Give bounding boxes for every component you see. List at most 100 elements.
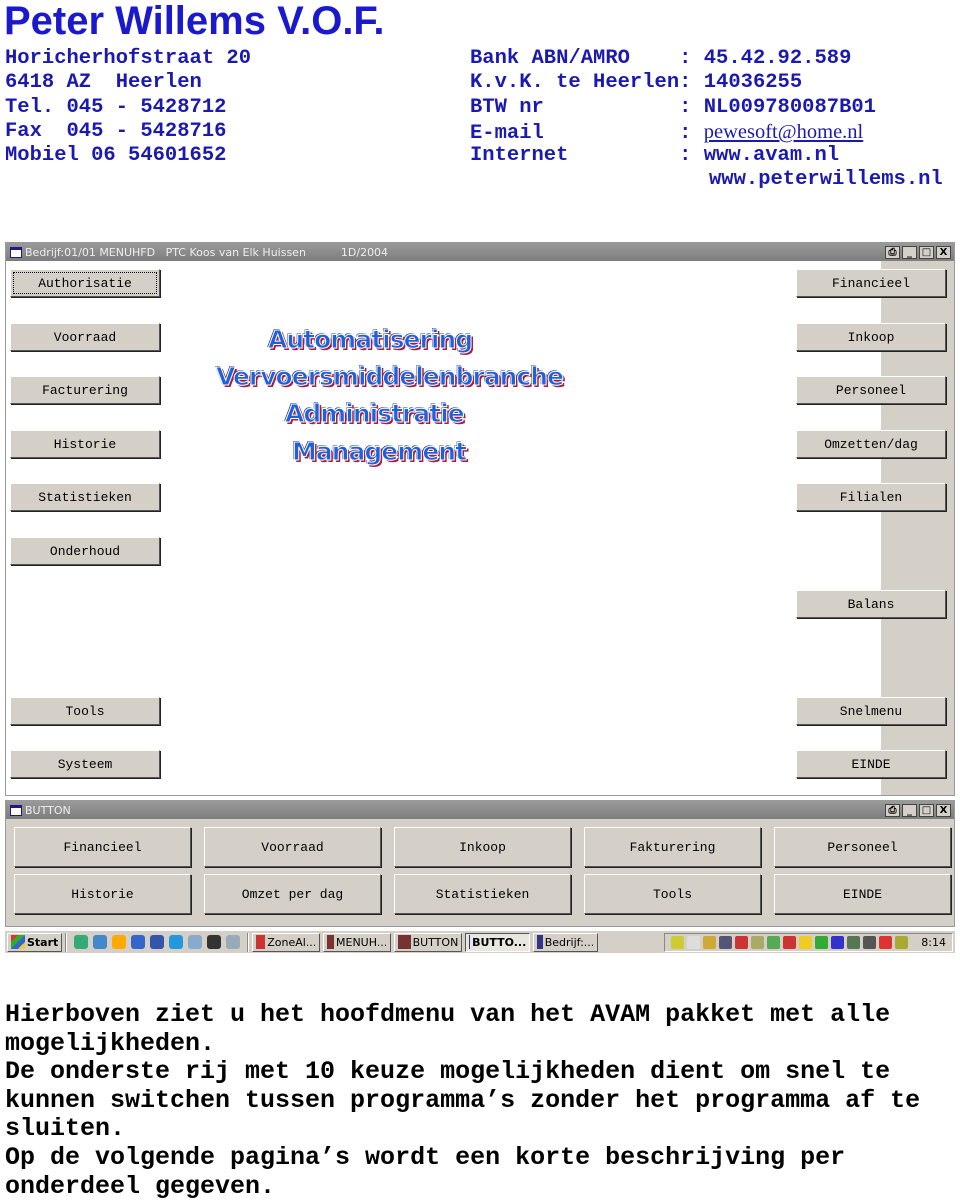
quick-launch-icon[interactable] [112,935,127,949]
website-link[interactable]: www.avam.nl [704,144,839,167]
menu-button-filialen[interactable]: Filialen [796,483,946,511]
tray-icon[interactable] [719,935,733,949]
quick-launch-icon[interactable] [74,935,89,949]
taskbar: Start ZoneAl... MENUH... BUTTON BUTTO... Bed… [5,930,955,953]
tray-icon[interactable] [799,935,813,949]
website-link[interactable]: www.peterwillems.nl [709,168,943,191]
main-menu-window: Bedrijf:01/01 MENUHFD PTC Koos van Elk H… [5,242,955,796]
menu-button-historie[interactable]: Historie [10,430,160,458]
paragraph: Op de volgende pagina’s wordt een korte … [5,1142,846,1201]
quick-button-statistieken[interactable]: Statistieken [394,874,571,914]
quick-launch-icon[interactable] [150,935,165,949]
tray-icon[interactable] [767,935,781,949]
title-bar[interactable]: Bedrijf:01/01 MENUHFD PTC Koos van Elk H… [6,243,954,261]
paragraph: De onderste rij met 10 keuze mogelijkhed… [5,1057,921,1144]
windows-logo-icon [11,935,25,949]
logo-line: Administratie [285,399,466,429]
quick-button-einde[interactable]: EINDE [774,874,951,914]
tray-icon[interactable] [831,935,845,949]
quick-launch-icon[interactable] [207,935,222,949]
app-icon [537,935,543,949]
tray-icon[interactable] [687,935,701,949]
task-label: Bedrijf:... [544,935,595,949]
quick-launch-icon[interactable] [93,935,108,949]
tray-icon[interactable] [879,935,893,949]
menu-button-tools[interactable]: Tools [10,697,160,725]
bank-value: 45.42.92.589 [703,47,852,70]
description: Hierboven ziet u het hoofdmenu van het A… [5,1000,955,1201]
quick-launch-icon[interactable] [226,935,241,949]
menu-button-facturering[interactable]: Facturering [10,376,160,404]
taskbar-button[interactable]: MENUH... [323,932,392,952]
detail-label: Internet : [470,144,704,168]
maximize-button[interactable]: □ [919,246,934,259]
quick-launch-icon[interactable] [188,935,203,949]
title-bar[interactable]: BUTTON ⎙ _ □ X [6,801,954,819]
start-label: Start [27,935,59,949]
button-window: BUTTON ⎙ _ □ X Financieel Voorraad Inkoop Fakt… [5,800,955,927]
quick-button-tools[interactable]: Tools [584,874,761,914]
tray-icon[interactable] [735,935,749,949]
logo-line: Automatisering [267,325,473,355]
taskbar-button[interactable]: BUTTO... [465,932,531,952]
task-label: MENUH... [336,935,388,949]
app-icon [327,935,334,949]
close-button[interactable]: X [936,804,951,817]
task-label: ZoneAl... [267,935,317,949]
tray-icon[interactable] [751,935,765,949]
tray-icon[interactable] [895,935,909,949]
quick-launch-icon[interactable] [169,935,184,949]
divider [247,932,250,952]
start-button[interactable]: Start [7,932,63,952]
tray-icon[interactable] [863,935,877,949]
fax-line: Fax 045 - 5428716 [5,119,227,143]
divider [65,932,68,952]
quick-button-historie[interactable]: Historie [14,874,191,914]
quick-button-personeel[interactable]: Personeel [774,827,951,867]
menu-button-inkoop[interactable]: Inkoop [796,323,946,351]
mobile-line: Mobiel 06 54601652 [5,144,227,168]
tray-icon[interactable] [815,935,829,949]
menu-button-omzetten-dag[interactable]: Omzetten/dag [796,430,946,458]
minimize-button[interactable]: _ [902,246,917,259]
menu-button-einde[interactable]: EINDE [796,750,946,778]
taskbar-button[interactable]: BUTTON [394,932,463,952]
quick-launch-icon[interactable] [131,935,146,949]
maximize-button[interactable]: □ [919,804,934,817]
print-button[interactable]: ⎙ [885,804,900,817]
address-line: Horicherhofstraat 20 [5,47,252,70]
quick-button-voorraad[interactable]: Voorraad [204,827,381,867]
taskbar-button[interactable]: Bedrijf:... [533,932,599,952]
taskbar-button[interactable]: ZoneAl... [252,932,321,952]
close-button[interactable]: X [936,246,951,259]
window-title: BUTTON [25,803,71,817]
paragraph: Hierboven ziet u het hoofdmenu van het A… [5,1000,891,1058]
email-link[interactable]: pewesoft@home.nl [704,121,864,143]
menu-button-authorisatie[interactable]: Authorisatie [10,269,160,297]
btw-value: NL009780087B01 [703,95,876,119]
menu-button-systeem[interactable]: Systeem [10,750,160,778]
company-title: Peter Willems V.O.F. [4,0,385,43]
quick-button-inkoop[interactable]: Inkoop [394,827,571,867]
tray-icon[interactable] [783,935,797,949]
logo-line: Vervoersmiddelenbranche [215,362,564,392]
menu-button-balans[interactable]: Balans [796,590,946,618]
quick-button-financieel[interactable]: Financieel [14,827,191,867]
minimize-button[interactable]: _ [902,804,917,817]
task-label: BUTTON [412,935,459,949]
detail-label: BTW nr : [470,95,704,119]
window-icon [10,804,22,816]
menu-button-financieel[interactable]: Financieel [796,269,946,297]
menu-button-voorraad[interactable]: Voorraad [10,323,160,351]
menu-button-personeel[interactable]: Personeel [796,376,946,404]
tray-icon[interactable] [671,935,685,949]
quick-button-fakturering[interactable]: Fakturering [584,827,761,867]
menu-button-snelmenu[interactable]: Snelmenu [796,697,946,725]
quick-button-omzet-per-dag[interactable]: Omzet per dag [204,874,381,914]
tray-icon[interactable] [703,935,717,949]
task-label: BUTTO... [472,935,527,949]
print-button[interactable]: ⎙ [885,246,900,259]
tray-icon[interactable] [847,935,861,949]
menu-button-onderhoud[interactable]: Onderhoud [10,537,160,565]
menu-button-statistieken[interactable]: Statistieken [10,483,160,511]
